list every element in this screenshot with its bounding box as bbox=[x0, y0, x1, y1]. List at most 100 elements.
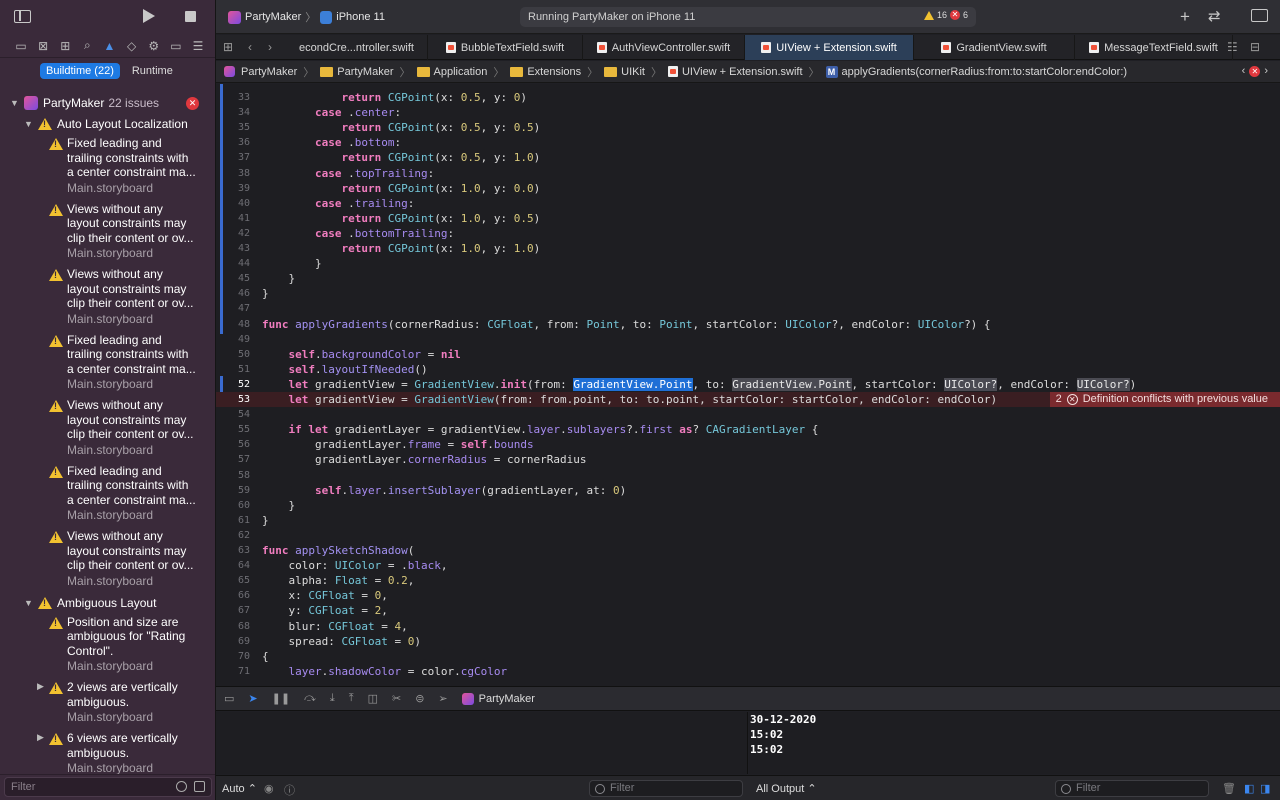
code-line[interactable]: 67 y: CGFloat = 2, bbox=[216, 603, 1280, 618]
code-line[interactable]: 63 func applySketchShadow( bbox=[216, 543, 1280, 558]
run-icon[interactable] bbox=[143, 9, 155, 23]
issue-group[interactable]: ▼ Ambiguous Layout bbox=[0, 593, 215, 613]
pause-icon[interactable]: ❚❚ bbox=[272, 692, 290, 705]
jump-bar-item[interactable]: Application bbox=[416, 66, 487, 78]
location-icon[interactable]: ➢ bbox=[438, 692, 447, 705]
inline-error[interactable]: 2 ✕ Definition conflicts with previous val… bbox=[1049, 392, 1280, 407]
hide-debug-area-icon[interactable]: ▭ bbox=[224, 692, 234, 705]
test-icon[interactable]: ◇ bbox=[125, 39, 139, 53]
issue-item[interactable]: ▶ 2 views are verticallyambiguous.Main.st… bbox=[0, 678, 215, 729]
disclosure-closed-icon[interactable]: ▶ bbox=[37, 732, 44, 743]
code-line[interactable]: 58 bbox=[216, 468, 1280, 483]
code-line[interactable]: 38 case .topTrailing: bbox=[216, 166, 1280, 181]
auto-variables-selector[interactable]: Auto ⌃ bbox=[222, 782, 257, 795]
issue-item[interactable]: Views without anylayout constraints mayc… bbox=[0, 396, 215, 462]
code-line[interactable]: 36 case .bottom: bbox=[216, 135, 1280, 150]
code-line[interactable]: 41 return CGPoint(x: 1.0, y: 0.5) bbox=[216, 211, 1280, 226]
code-review-icon[interactable]: ⇄ bbox=[1208, 7, 1221, 25]
process-selector[interactable]: PartyMaker bbox=[461, 692, 535, 705]
environment-icon[interactable]: ⊜ bbox=[415, 692, 424, 705]
code-line[interactable]: 65 alpha: Float = 0.2, bbox=[216, 573, 1280, 588]
issue-item[interactable]: ▶6 views are verticallyambiguous.Main.st… bbox=[0, 729, 215, 780]
console-output[interactable]: 30-12-2020 15:02 15:02 bbox=[749, 712, 1280, 774]
step-out-icon[interactable]: ⤒ bbox=[349, 692, 354, 705]
issue-counts[interactable]: 16 ✕ 6 bbox=[923, 10, 968, 20]
recent-filter-icon[interactable] bbox=[176, 781, 187, 792]
sidebar-toggle-icon[interactable] bbox=[14, 10, 31, 23]
jump-bar-item[interactable]: Extensions bbox=[510, 66, 581, 78]
code-line[interactable]: 48 func applyGradients(cornerRadius: CGFl… bbox=[216, 317, 1280, 332]
issue-item[interactable]: Views without anylayout constraints mayc… bbox=[0, 527, 215, 593]
issue-item[interactable]: Fixed leading andtrailing constraints wi… bbox=[0, 331, 215, 397]
issue-group[interactable]: ▼ Auto Layout Localization bbox=[0, 114, 215, 134]
code-line[interactable]: 57 gradientLayer.cornerRadius = cornerRa… bbox=[216, 452, 1280, 467]
info-icon[interactable]: ⓘ bbox=[284, 782, 295, 798]
output-selector[interactable]: All Output ⌃ bbox=[756, 782, 817, 795]
report-icon[interactable]: ☰ bbox=[191, 39, 205, 53]
split-editor-icon[interactable]: ⊟ bbox=[1250, 40, 1260, 54]
code-line[interactable]: 35 return CGPoint(x: 0.5, y: 0.5) bbox=[216, 120, 1280, 135]
code-line[interactable]: 50 self.backgroundColor = nil bbox=[216, 347, 1280, 362]
hierarchy-icon[interactable]: ⊞ bbox=[58, 39, 72, 53]
add-icon[interactable]: + bbox=[1180, 7, 1190, 27]
code-line[interactable]: 44 } bbox=[216, 256, 1280, 271]
disclosure-open-icon[interactable]: ▼ bbox=[24, 119, 38, 129]
trash-icon[interactable]: 🗑 bbox=[1222, 782, 1236, 795]
layout-toggle-icon[interactable]: ◨ bbox=[1260, 782, 1270, 795]
issue-item[interactable]: Fixed leading andtrailing constraints wi… bbox=[0, 462, 215, 528]
jump-bar-item[interactable]: UIKit bbox=[604, 66, 645, 78]
jump-bar-item[interactable]: UIView + Extension.swift bbox=[667, 66, 803, 78]
scheme-selector[interactable]: PartyMaker 〉 iPhone 11 bbox=[228, 9, 385, 25]
issue-item[interactable]: Views without anylayout constraints mayc… bbox=[0, 200, 215, 266]
forward-icon[interactable]: › bbox=[268, 40, 272, 54]
jump-bar-item[interactable]: MapplyGradients(cornerRadius:from:to:sta… bbox=[825, 65, 1127, 78]
code-line[interactable]: 39 return CGPoint(x: 1.0, y: 0.0) bbox=[216, 181, 1280, 196]
code-line[interactable]: 53 let gradientView = GradientView(from:… bbox=[216, 392, 1280, 408]
issue-item[interactable]: Views without anylayout constraints mayc… bbox=[0, 265, 215, 331]
eye-icon[interactable]: ◉ bbox=[264, 782, 274, 795]
code-line[interactable]: 71 layer.shadowColor = color.cgColor bbox=[216, 664, 1280, 679]
code-line[interactable]: 43 return CGPoint(x: 1.0, y: 1.0) bbox=[216, 241, 1280, 256]
code-line[interactable]: 59 self.layer.insertSublayer(gradientLay… bbox=[216, 483, 1280, 498]
back-icon[interactable]: ‹ bbox=[248, 40, 252, 54]
code-line[interactable]: 60 } bbox=[216, 498, 1280, 513]
editor-tab[interactable]: AuthViewController.swift bbox=[583, 35, 745, 60]
stop-icon[interactable] bbox=[185, 11, 196, 22]
code-line[interactable]: 66 x: CGFloat = 0, bbox=[216, 588, 1280, 603]
code-line[interactable]: 47 bbox=[216, 301, 1280, 316]
code-line[interactable]: 40 case .trailing: bbox=[216, 196, 1280, 211]
editor-tab[interactable]: GradientView.swift bbox=[914, 35, 1075, 60]
editor-tab[interactable]: econdCre...ntroller.swift bbox=[286, 35, 428, 60]
disclosure-open-icon[interactable]: ▼ bbox=[24, 598, 38, 608]
code-line[interactable]: 37 return CGPoint(x: 0.5, y: 1.0) bbox=[216, 150, 1280, 165]
folder-icon[interactable]: ▭ bbox=[14, 39, 28, 53]
jump-bar-item[interactable]: PartyMaker bbox=[320, 66, 394, 78]
warning-navigator-icon[interactable]: ▲ bbox=[103, 39, 117, 53]
view-debugger-icon[interactable]: ◫ bbox=[368, 692, 378, 705]
scope-filter-icon[interactable] bbox=[194, 781, 205, 792]
issue-stepper[interactable]: ‹ ✕ › bbox=[1242, 65, 1268, 77]
code-line[interactable]: 70 { bbox=[216, 649, 1280, 664]
code-line[interactable]: 46} bbox=[216, 286, 1280, 301]
variables-view[interactable] bbox=[216, 712, 748, 774]
console-filter-input[interactable]: Filter bbox=[1055, 780, 1209, 797]
code-line[interactable]: 64 color: UIColor = .black, bbox=[216, 558, 1280, 573]
code-line[interactable]: 68 blur: CGFloat = 4, bbox=[216, 619, 1280, 634]
editor-tab[interactable]: UIView + Extension.swift bbox=[745, 35, 914, 60]
navigator-filter-input[interactable]: Filter bbox=[4, 777, 212, 797]
code-line[interactable]: 52 let gradientView = GradientView.init(… bbox=[216, 377, 1280, 392]
code-line[interactable]: 42 case .bottomTrailing: bbox=[216, 226, 1280, 241]
project-issue-row[interactable]: ▼ PartyMaker 22 issues ✕ bbox=[0, 92, 215, 114]
source-control-icon[interactable]: ⊠ bbox=[36, 39, 50, 53]
step-over-icon[interactable]: ⤼ bbox=[304, 692, 316, 705]
editor-tab[interactable]: MessageTextField.swift bbox=[1075, 35, 1233, 60]
code-line[interactable]: 69 spread: CGFloat = 0) bbox=[216, 634, 1280, 649]
breakpoints-toggle-icon[interactable]: ➤ bbox=[248, 692, 257, 705]
code-line[interactable]: 62 bbox=[216, 528, 1280, 543]
disclosure-closed-icon[interactable]: ▶ bbox=[37, 681, 44, 692]
code-line[interactable]: 51 self.layoutIfNeeded() bbox=[216, 362, 1280, 377]
code-line[interactable]: 45 } bbox=[216, 271, 1280, 286]
editor-tab[interactable]: BubbleTextField.swift bbox=[428, 35, 583, 60]
code-line[interactable]: 33 return CGPoint(x: 0.5, y: 0) bbox=[216, 90, 1280, 105]
debug-icon[interactable]: ⚙ bbox=[147, 39, 161, 53]
